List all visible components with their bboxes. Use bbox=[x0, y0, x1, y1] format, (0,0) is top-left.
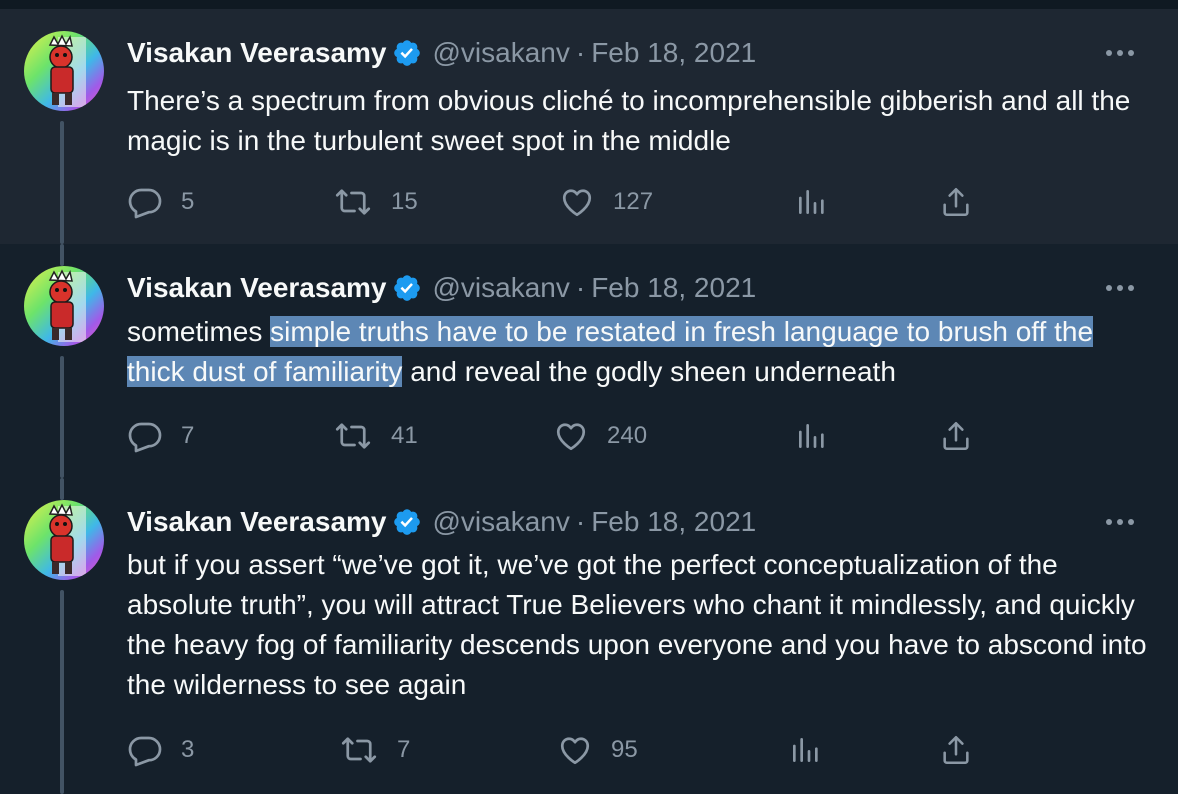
author-name[interactable]: Visakan Veerasamy bbox=[127, 37, 386, 69]
tweet-text: but if you assert “we’ve got it, we’ve g… bbox=[127, 549, 1147, 700]
author-name[interactable]: Visakan Veerasamy bbox=[127, 272, 386, 304]
tweet-header: Visakan Veerasamy @visakanv · Feb 18, 20… bbox=[127, 504, 1148, 540]
share-button[interactable] bbox=[939, 730, 973, 770]
like-button[interactable]: 240 bbox=[553, 416, 647, 456]
tweet-1[interactable]: Visakan Veerasamy @visakanv · Feb 18, 20… bbox=[0, 9, 1178, 244]
share-button[interactable] bbox=[939, 416, 973, 456]
heart-icon bbox=[557, 732, 593, 768]
retweet-icon bbox=[333, 184, 373, 220]
share-button[interactable] bbox=[939, 182, 973, 222]
share-icon bbox=[939, 732, 973, 768]
retweet-button[interactable]: 15 bbox=[333, 182, 418, 222]
reply-count: 7 bbox=[181, 422, 195, 449]
analytics-icon bbox=[795, 418, 827, 454]
like-count: 95 bbox=[611, 736, 638, 763]
like-count: 127 bbox=[613, 188, 654, 215]
text-after-selection: and reveal the godly sheen underneath bbox=[402, 356, 896, 387]
heart-icon bbox=[559, 184, 595, 220]
avatar[interactable] bbox=[24, 31, 104, 111]
author-name[interactable]: Visakan Veerasamy bbox=[127, 506, 386, 538]
tweet-actions: 3 7 95 bbox=[127, 730, 987, 770]
avatar-image bbox=[24, 266, 104, 346]
top-divider bbox=[0, 0, 1178, 9]
more-horizontal-icon[interactable] bbox=[1104, 37, 1136, 69]
reply-icon bbox=[127, 732, 163, 768]
verified-badge-icon bbox=[392, 273, 422, 303]
share-icon bbox=[939, 184, 973, 220]
share-icon bbox=[939, 418, 973, 454]
tweet-2[interactable]: Visakan Veerasamy @visakanv · Feb 18, 20… bbox=[0, 244, 1178, 478]
thread-connector-line bbox=[60, 121, 64, 244]
avatar-image bbox=[24, 500, 104, 580]
retweet-button[interactable]: 41 bbox=[333, 416, 418, 456]
separator-dot: · bbox=[575, 272, 586, 303]
reply-icon bbox=[127, 184, 163, 220]
retweet-count: 15 bbox=[391, 188, 418, 215]
reply-button[interactable]: 5 bbox=[127, 182, 194, 222]
reply-count: 3 bbox=[181, 736, 195, 763]
like-button[interactable]: 95 bbox=[557, 730, 638, 770]
reply-button[interactable]: 7 bbox=[127, 416, 194, 456]
retweet-count: 7 bbox=[397, 736, 411, 763]
analytics-icon bbox=[795, 184, 827, 220]
avatar-image bbox=[24, 31, 104, 111]
more-horizontal-icon[interactable] bbox=[1104, 272, 1136, 304]
thread-connector-line bbox=[60, 356, 64, 478]
verified-badge-icon bbox=[392, 507, 422, 537]
thread-connector-line bbox=[60, 590, 64, 794]
tweet-date[interactable]: Feb 18, 2021 bbox=[591, 272, 756, 304]
tweet-actions: 7 41 240 bbox=[127, 416, 987, 456]
more-horizontal-icon[interactable] bbox=[1104, 506, 1136, 538]
separator-dot: · bbox=[575, 506, 586, 537]
tweet-date[interactable]: Feb 18, 2021 bbox=[591, 37, 756, 69]
text-before-selection: sometimes bbox=[127, 316, 271, 347]
reply-icon bbox=[127, 418, 163, 454]
retweet-icon bbox=[339, 732, 379, 768]
like-button[interactable]: 127 bbox=[559, 182, 653, 222]
views-button[interactable] bbox=[789, 730, 821, 770]
author-handle[interactable]: @visakanv bbox=[432, 272, 569, 304]
tweet-text: sometimes simple truths have to be resta… bbox=[127, 312, 1157, 392]
tweet-header: Visakan Veerasamy @visakanv · Feb 18, 20… bbox=[127, 35, 1148, 71]
heart-icon bbox=[553, 418, 589, 454]
like-count: 240 bbox=[607, 422, 648, 449]
thread-timeline: Visakan Veerasamy @visakanv · Feb 18, 20… bbox=[0, 0, 1178, 794]
retweet-button[interactable]: 7 bbox=[339, 730, 410, 770]
tweet-header: Visakan Veerasamy @visakanv · Feb 18, 20… bbox=[127, 270, 1148, 306]
thread-connector-line bbox=[60, 244, 64, 266]
views-button[interactable] bbox=[795, 182, 827, 222]
retweet-icon bbox=[333, 418, 373, 454]
verified-badge-icon bbox=[392, 38, 422, 68]
avatar[interactable] bbox=[24, 500, 104, 580]
tweet-date[interactable]: Feb 18, 2021 bbox=[591, 506, 756, 538]
reply-button[interactable]: 3 bbox=[127, 730, 194, 770]
author-handle[interactable]: @visakanv bbox=[432, 37, 569, 69]
reply-count: 5 bbox=[181, 188, 195, 215]
analytics-icon bbox=[789, 732, 821, 768]
tweet-3[interactable]: Visakan Veerasamy @visakanv · Feb 18, 20… bbox=[0, 478, 1178, 794]
tweet-text: There’s a spectrum from obvious cliché t… bbox=[127, 85, 1131, 156]
tweet-actions: 5 15 127 bbox=[127, 182, 987, 222]
views-button[interactable] bbox=[795, 416, 827, 456]
avatar[interactable] bbox=[24, 266, 104, 346]
author-handle[interactable]: @visakanv bbox=[432, 506, 569, 538]
thread-connector-line bbox=[60, 478, 64, 500]
retweet-count: 41 bbox=[391, 422, 418, 449]
separator-dot: · bbox=[575, 37, 586, 68]
